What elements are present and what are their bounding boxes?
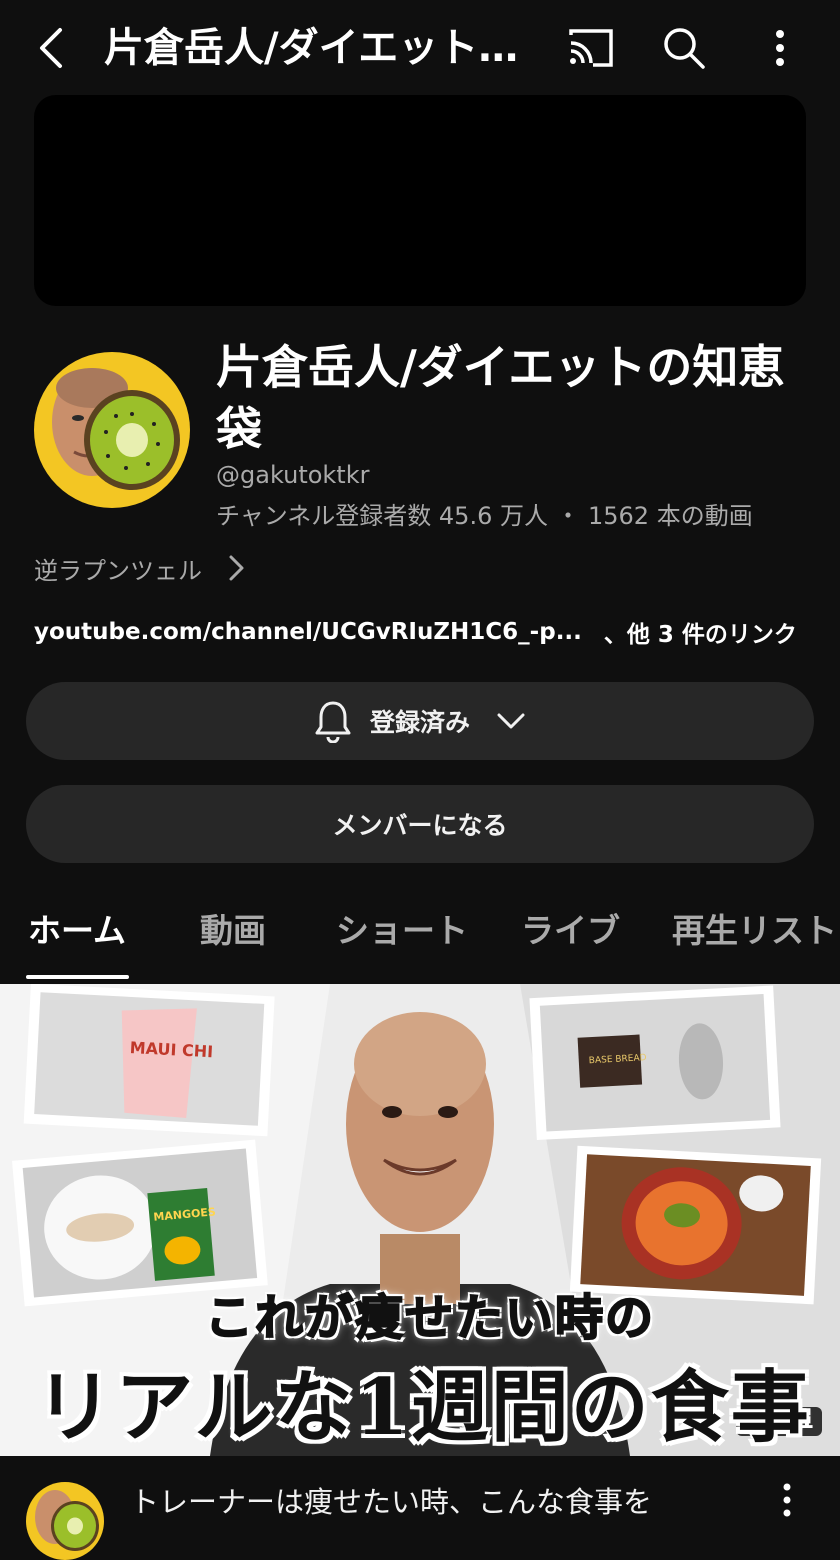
avatar-kiwi-image xyxy=(26,1482,104,1560)
channel-banner xyxy=(34,95,806,306)
back-button[interactable] xyxy=(22,18,82,78)
thumbnail-caption-line2: リアルな1週間の食事 xyxy=(35,1362,811,1453)
subscriber-count: チャンネル登録者数 45.6 万人 xyxy=(216,502,548,530)
chevron-down-icon xyxy=(496,711,526,731)
subscribed-button[interactable]: 登録済み xyxy=(26,682,814,760)
membership-label: メンバーになる xyxy=(332,811,508,840)
page-title: 片倉岳人/ダイエットの知恵袋 xyxy=(104,25,544,71)
tab-videos[interactable]: 動画 xyxy=(200,895,266,975)
channel-stats: チャンネル登録者数 45.6 万人・ 1562 本の動画 xyxy=(216,496,753,531)
subscribed-label: 登録済み xyxy=(369,708,470,737)
video-title[interactable]: トレーナーは痩せたい時、こんな食事を xyxy=(130,1484,750,1520)
tab-shorts[interactable]: ショート xyxy=(336,895,468,975)
video-count: 1562 本の動画 xyxy=(587,502,753,530)
channel-name: 片倉岳人/ダイエットの知恵袋 xyxy=(216,340,785,456)
description-text: 逆ラプンツェル xyxy=(34,556,202,585)
featured-video-info: トレーナーは痩せたい時、こんな食事を xyxy=(0,1456,840,1560)
avatar-kiwi-image xyxy=(34,352,190,508)
search-icon xyxy=(664,28,705,69)
channel-handle: @gakutoktkr xyxy=(216,461,370,489)
cast-button[interactable] xyxy=(560,18,620,78)
chevron-right-icon xyxy=(226,553,246,583)
back-arrow-icon xyxy=(40,28,62,68)
join-membership-button[interactable]: メンバーになる xyxy=(26,785,814,863)
thumbnail-caption-line1: これが痩せたい時の xyxy=(204,1289,655,1347)
channel-avatar[interactable] xyxy=(34,352,190,508)
top-app-bar: 片倉岳人/ダイエットの知恵袋 xyxy=(0,0,840,95)
channel-tabs: ホーム 動画 ショート ライブ 再生リスト xyxy=(0,895,840,983)
channel-links[interactable]: youtube.com/channel/UCGvRIuZH1C6_-p... 、… xyxy=(34,614,797,650)
channel-link[interactable]: youtube.com/channel/UCGvRIuZH1C6_-p... xyxy=(34,619,582,645)
channel-description[interactable]: 逆ラプンツェル xyxy=(34,550,246,586)
video-channel-avatar[interactable] xyxy=(26,1482,104,1560)
video-more-button[interactable] xyxy=(770,1482,804,1522)
tab-home[interactable]: ホーム xyxy=(28,895,126,975)
more-vert-icon xyxy=(783,1483,791,1517)
search-button[interactable] xyxy=(654,18,714,78)
tab-live[interactable]: ライブ xyxy=(521,895,620,975)
tab-playlists[interactable]: 再生リスト xyxy=(672,895,837,975)
cast-icon xyxy=(569,29,613,67)
more-vert-icon xyxy=(776,30,784,66)
more-options-button[interactable] xyxy=(752,18,808,78)
active-tab-indicator xyxy=(26,975,129,979)
stats-separator: ・ xyxy=(555,502,580,530)
bell-icon xyxy=(314,699,352,743)
more-links[interactable]: 、他 3 件のリンク xyxy=(604,615,797,649)
